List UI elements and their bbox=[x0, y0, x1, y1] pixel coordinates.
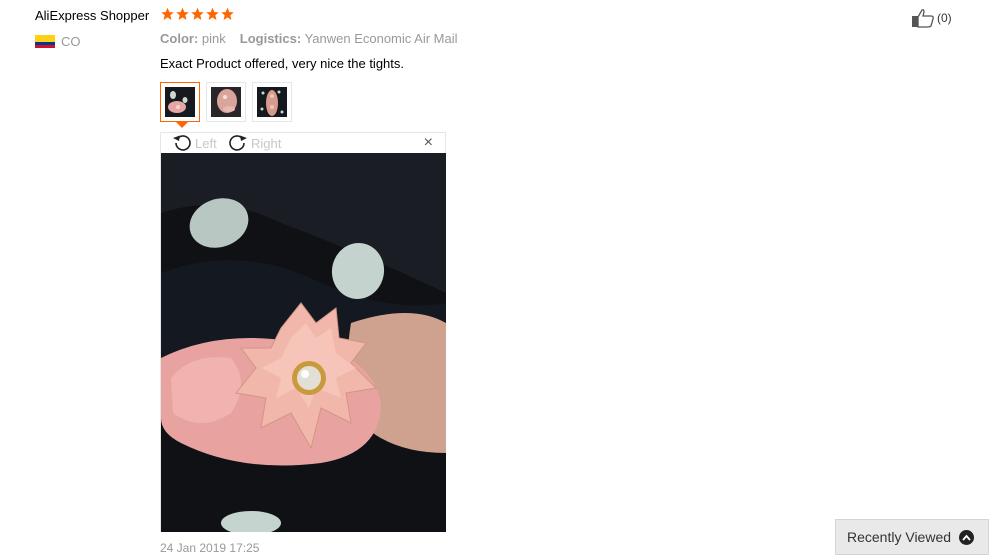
thumbs-up-icon bbox=[912, 9, 934, 28]
logistics-label: Logistics: bbox=[239, 31, 302, 46]
thumbnail-photo-3[interactable] bbox=[252, 82, 292, 122]
helpful-count: (0) bbox=[937, 11, 952, 25]
review-date: 24 Jan 2019 17:25 bbox=[160, 541, 260, 555]
rotate-right-label: Right bbox=[251, 135, 282, 151]
photo-1-image bbox=[165, 87, 195, 117]
country-code: CO bbox=[61, 34, 81, 49]
rotate-left-icon bbox=[173, 135, 191, 151]
thumbnail-photo-2[interactable] bbox=[206, 82, 246, 122]
selected-thumbnail-indicator bbox=[176, 122, 188, 128]
viewer-toolbar: Left Right × bbox=[161, 133, 445, 153]
photo-3-image bbox=[257, 87, 287, 117]
color-label: Color: bbox=[160, 31, 199, 46]
recently-viewed-button[interactable]: Recently Viewed bbox=[835, 519, 989, 555]
review-photo-thumbnails bbox=[160, 82, 292, 122]
colombia-flag-icon bbox=[35, 35, 55, 48]
logistics-info: Logistics: Yanwen Economic Air Mail bbox=[240, 31, 458, 46]
recently-viewed-label: Recently Viewed bbox=[847, 529, 952, 545]
star-icon bbox=[221, 7, 234, 20]
order-info: Color: pink Logistics: Yanwen Economic A… bbox=[160, 31, 458, 46]
rotate-right-icon bbox=[229, 135, 247, 151]
review-photo bbox=[161, 153, 446, 532]
logistics-value: Yanwen Economic Air Mail bbox=[304, 31, 458, 46]
rotate-right-button[interactable]: Right bbox=[227, 134, 281, 152]
color-value: pink bbox=[201, 31, 226, 46]
rotate-left-label: Left bbox=[195, 135, 217, 151]
photo-2-image bbox=[211, 87, 241, 117]
helpful-button[interactable]: (0) bbox=[911, 8, 952, 28]
color-info: Color: pink bbox=[160, 31, 226, 46]
star-icon bbox=[191, 7, 204, 20]
review-text: Exact Product offered, very nice the tig… bbox=[160, 56, 404, 71]
star-icon bbox=[176, 7, 189, 20]
reviewer-country: CO bbox=[35, 34, 81, 49]
rotate-left-button[interactable]: Left bbox=[171, 134, 217, 152]
close-viewer-button[interactable]: × bbox=[424, 135, 433, 151]
chevron-up-icon bbox=[959, 529, 975, 545]
photo-viewer: Left Right × bbox=[160, 132, 446, 532]
reviewer-name: AliExpress Shopper bbox=[35, 8, 150, 23]
thumbnail-photo-1[interactable] bbox=[160, 82, 200, 122]
rating-stars bbox=[160, 6, 235, 22]
star-icon bbox=[161, 7, 174, 20]
star-icon bbox=[206, 7, 219, 20]
